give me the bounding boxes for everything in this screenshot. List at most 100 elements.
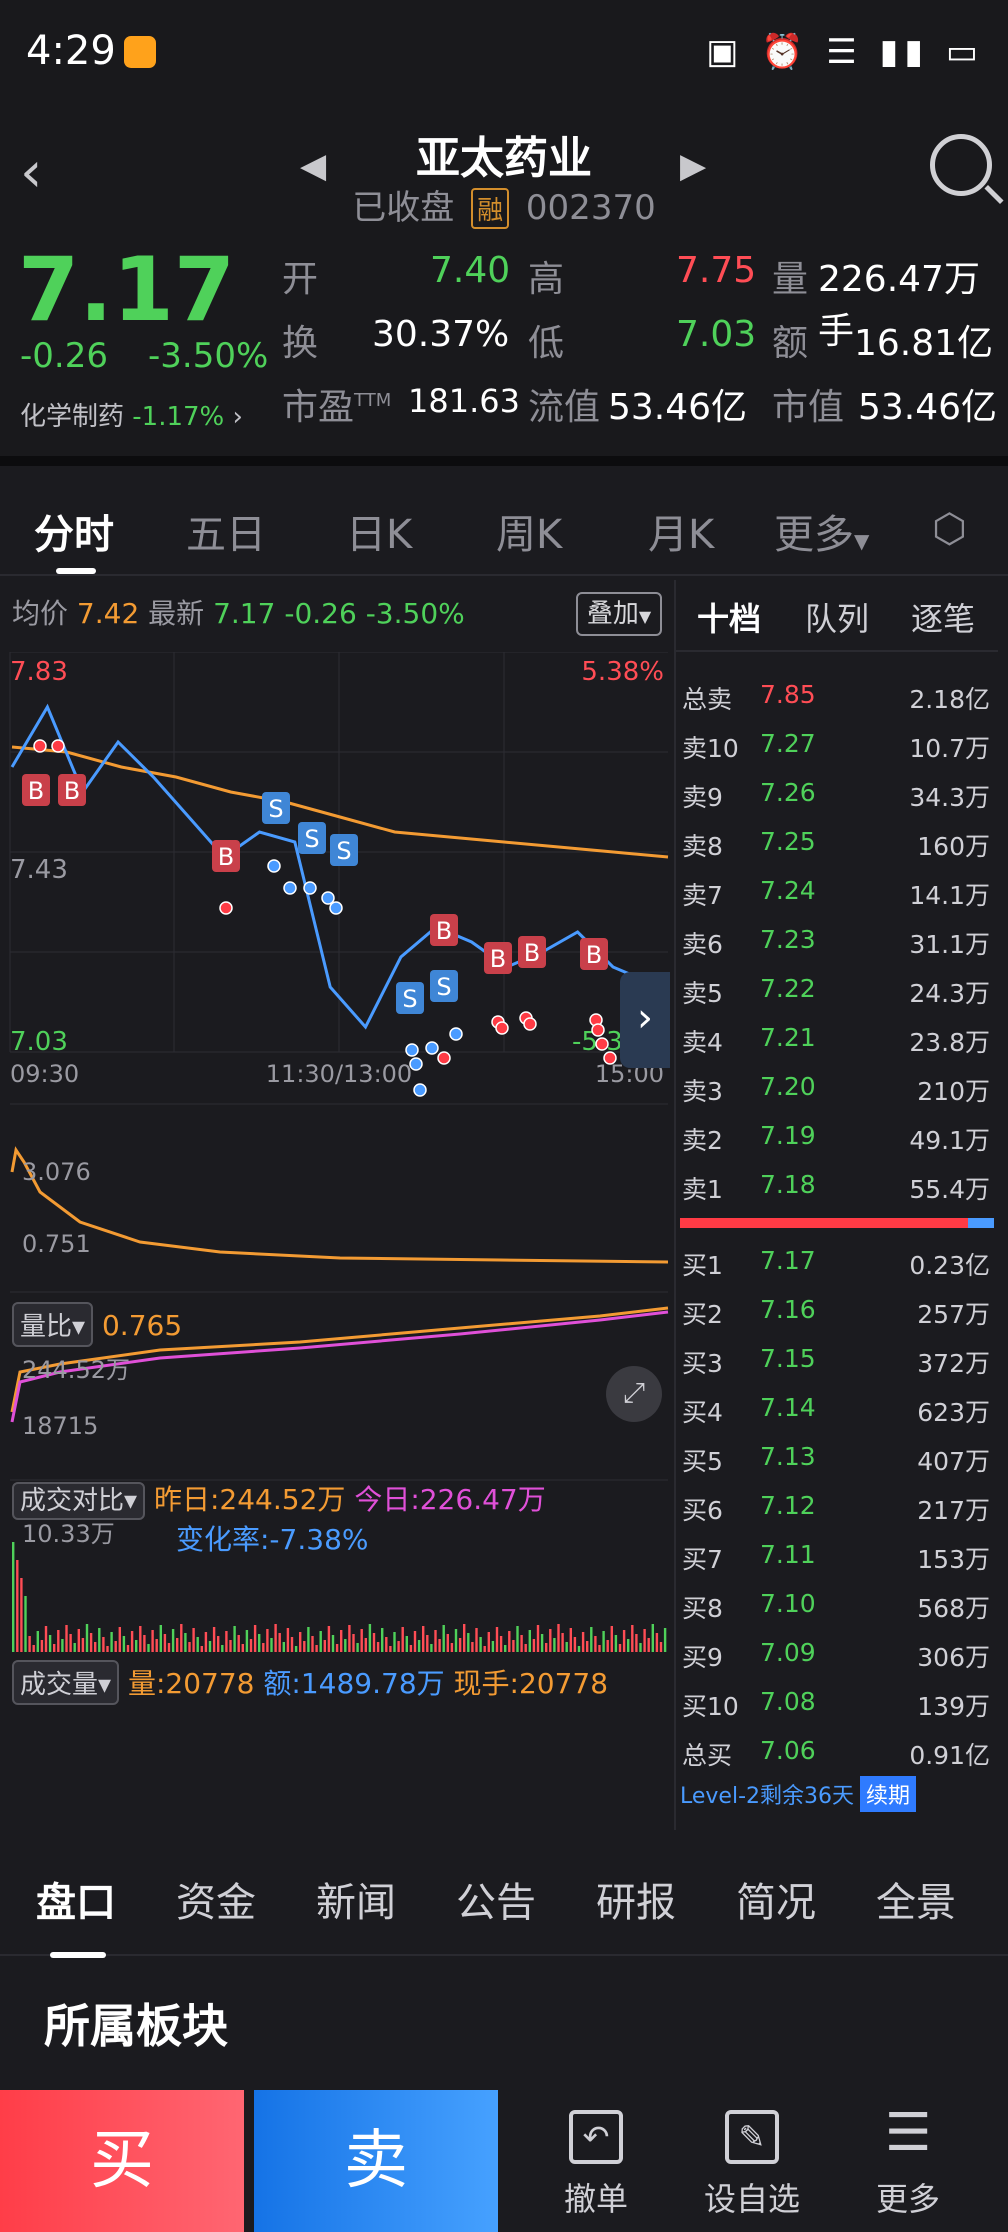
book-row[interactable]: 买1 7.17 0.23亿 [676, 1236, 998, 1285]
compare-dropdown[interactable]: 成交对比▾ [12, 1482, 146, 1520]
volume-bar [81, 1638, 85, 1652]
tab-daily-k[interactable]: 日K [346, 502, 412, 560]
tab-monthly-k[interactable]: 月K [648, 502, 714, 560]
volume-bar [573, 1637, 577, 1652]
tab-intraday[interactable]: 分时 [34, 502, 114, 560]
volume-bar [651, 1624, 654, 1652]
tab-five-day[interactable]: 五日 [186, 502, 266, 560]
book-row[interactable]: 卖4 7.21 23.8万 [676, 1013, 998, 1062]
book-row[interactable]: 买9 7.09 306万 [676, 1628, 998, 1677]
tab-weekly-k[interactable]: 周K [496, 502, 562, 560]
tab-ten-levels[interactable]: 十档 [676, 594, 782, 640]
sell-marker: S [298, 822, 326, 854]
volume-bar [458, 1638, 462, 1652]
book-row[interactable]: 买6 7.12 217万 [676, 1481, 998, 1530]
level-label: 总卖 [682, 685, 733, 714]
volume-bar [467, 1633, 470, 1652]
book-row[interactable]: 买5 7.13 407万 [676, 1432, 998, 1481]
level-price: 7.17 [760, 1246, 816, 1275]
sector-link[interactable]: 化学制药 -1.17% › [20, 396, 243, 433]
book-row[interactable]: 卖3 7.20 210万 [676, 1062, 998, 1111]
time-mid: 11:30/13:00 [266, 1060, 412, 1088]
tab-queue[interactable]: 队列 [784, 594, 890, 640]
book-row[interactable]: 卖5 7.22 24.3万 [676, 964, 998, 1013]
tab-panorama[interactable]: 全景 [876, 1870, 956, 1928]
level-price: 7.08 [760, 1687, 816, 1716]
book-row[interactable]: 总买 7.06 0.91亿 [676, 1726, 998, 1775]
more-button[interactable]: ☰ 更多 [848, 2090, 968, 2232]
cancel-order-button[interactable]: ↶ 撤单 [536, 2090, 656, 2232]
volume-bar [598, 1645, 601, 1652]
high-label: 高 [528, 259, 565, 300]
volume-bar [376, 1642, 380, 1652]
level-volume: 23.8万 [909, 1028, 990, 1057]
buy-marker: B [430, 914, 458, 946]
level-volume: 160万 [917, 832, 990, 861]
book-row[interactable]: 卖1 7.18 55.4万 [676, 1160, 998, 1209]
level-label: 买10 [682, 1692, 739, 1721]
price-change: -0.26 [20, 336, 108, 376]
expand-icon[interactable]: ⤢ [606, 1366, 662, 1422]
book-row[interactable]: 卖7 7.24 14.1万 [676, 866, 998, 915]
renew-button[interactable]: 续期 [860, 1776, 917, 1812]
tab-announcements[interactable]: 公告 [456, 1870, 536, 1928]
volume-header: 成交量▾ 量:20778 额:1489.78万 现手:20778 [12, 1660, 608, 1705]
book-row[interactable]: 买8 7.10 568万 [676, 1579, 998, 1628]
buy-button[interactable]: 买 [0, 2090, 244, 2232]
tab-research[interactable]: 研报 [596, 1870, 676, 1928]
tab-more[interactable]: 更多▼ [774, 502, 869, 560]
book-row[interactable]: 买3 7.15 372万 [676, 1334, 998, 1383]
next-stock-icon[interactable]: ▶ [680, 146, 706, 186]
status-icons: ▣ ⏰ ☰ ▮▮ ▭ [706, 32, 984, 72]
tab-funds[interactable]: 资金 [176, 1870, 256, 1928]
volume-bar [237, 1635, 240, 1652]
level2-remaining: Level-2剩余36天 [680, 1784, 855, 1809]
book-row[interactable]: 买10 7.08 139万 [676, 1677, 998, 1726]
volume-bar [307, 1627, 310, 1652]
latest-change: -0.26 [284, 597, 357, 630]
cmp-bot-label: 18715 [22, 1412, 98, 1440]
volume-bar [28, 1636, 31, 1652]
level-label: 买9 [682, 1643, 723, 1672]
book-row[interactable]: 买7 7.11 153万 [676, 1530, 998, 1579]
book-row[interactable]: 总卖 7.85 2.18亿 [676, 670, 998, 719]
book-row[interactable]: 卖8 7.25 160万 [676, 817, 998, 866]
expand-book-icon[interactable]: › [620, 972, 670, 1068]
tab-profile[interactable]: 简况 [736, 1870, 816, 1928]
volume-bar [508, 1631, 511, 1652]
chart-svg: 7.83 7.43 7.03 5.38% -5.38% B B B S S S … [9, 652, 669, 1652]
book-row[interactable]: 卖9 7.26 34.3万 [676, 768, 998, 817]
book-row[interactable]: 买4 7.14 623万 [676, 1383, 998, 1432]
search-icon[interactable] [930, 134, 992, 196]
level-price: 7.21 [760, 1023, 816, 1052]
volume-bar [319, 1631, 322, 1652]
tab-tick[interactable]: 逐笔 [890, 594, 996, 640]
level-label: 卖7 [682, 881, 723, 910]
level-price: 7.19 [760, 1121, 816, 1150]
add-watchlist-button[interactable]: ✎ 设自选 [692, 2090, 812, 2232]
overlay-dropdown[interactable]: 叠加▼ [576, 592, 662, 636]
svg-text:S: S [304, 825, 319, 853]
volume-bar [463, 1624, 466, 1652]
volume-ratio-dropdown[interactable]: 量比▾ [12, 1302, 94, 1347]
volume-bar [176, 1638, 179, 1652]
volume-dropdown[interactable]: 成交量▾ [12, 1660, 120, 1705]
settings-icon[interactable]: ⬡ [932, 506, 967, 552]
book-row[interactable]: 卖2 7.19 49.1万 [676, 1111, 998, 1160]
volume-bar [520, 1635, 523, 1652]
volume-bar [426, 1635, 429, 1652]
level-price: 7.16 [760, 1295, 816, 1324]
tab-handicap[interactable]: 盘口 [36, 1870, 116, 1928]
book-row[interactable]: 卖6 7.23 31.1万 [676, 915, 998, 964]
volume-bar [627, 1639, 630, 1652]
level-label: 卖4 [682, 1028, 723, 1057]
level-label: 卖5 [682, 979, 723, 1008]
volume-ratio-value: 0.765 [101, 1309, 183, 1342]
tab-news[interactable]: 新闻 [316, 1870, 396, 1928]
sell-button[interactable]: 卖 [254, 2090, 498, 2232]
level-price: 7.22 [760, 974, 816, 1003]
book-row[interactable]: 卖10 7.27 10.7万 [676, 719, 998, 768]
book-row[interactable]: 买2 7.16 257万 [676, 1285, 998, 1334]
volume-bar [40, 1640, 44, 1652]
volume-bar [532, 1639, 536, 1652]
